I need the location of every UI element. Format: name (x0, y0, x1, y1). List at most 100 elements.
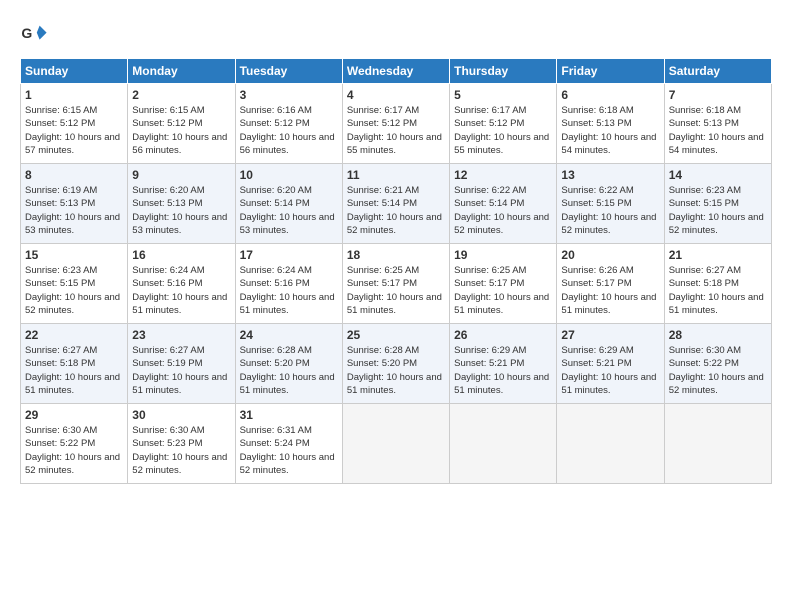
day-number: 3 (240, 88, 338, 102)
day-number: 18 (347, 248, 445, 262)
week-row-3: 15 Sunrise: 6:23 AM Sunset: 5:15 PM Dayl… (21, 244, 772, 324)
day-cell (664, 404, 771, 484)
day-cell: 4 Sunrise: 6:17 AM Sunset: 5:12 PM Dayli… (342, 84, 449, 164)
header-row: SundayMondayTuesdayWednesdayThursdayFrid… (21, 59, 772, 84)
day-number: 23 (132, 328, 230, 342)
day-number: 2 (132, 88, 230, 102)
col-header-saturday: Saturday (664, 59, 771, 84)
day-info: Sunrise: 6:19 AM Sunset: 5:13 PM Dayligh… (25, 184, 123, 237)
day-cell: 19 Sunrise: 6:25 AM Sunset: 5:17 PM Dayl… (450, 244, 557, 324)
day-info: Sunrise: 6:30 AM Sunset: 5:23 PM Dayligh… (132, 424, 230, 477)
day-info: Sunrise: 6:27 AM Sunset: 5:18 PM Dayligh… (25, 344, 123, 397)
week-row-1: 1 Sunrise: 6:15 AM Sunset: 5:12 PM Dayli… (21, 84, 772, 164)
day-info: Sunrise: 6:22 AM Sunset: 5:14 PM Dayligh… (454, 184, 552, 237)
day-info: Sunrise: 6:25 AM Sunset: 5:17 PM Dayligh… (454, 264, 552, 317)
day-number: 27 (561, 328, 659, 342)
day-number: 9 (132, 168, 230, 182)
day-cell (450, 404, 557, 484)
day-cell: 21 Sunrise: 6:27 AM Sunset: 5:18 PM Dayl… (664, 244, 771, 324)
day-cell: 18 Sunrise: 6:25 AM Sunset: 5:17 PM Dayl… (342, 244, 449, 324)
day-cell: 2 Sunrise: 6:15 AM Sunset: 5:12 PM Dayli… (128, 84, 235, 164)
day-number: 25 (347, 328, 445, 342)
day-number: 11 (347, 168, 445, 182)
day-info: Sunrise: 6:27 AM Sunset: 5:18 PM Dayligh… (669, 264, 767, 317)
day-cell: 22 Sunrise: 6:27 AM Sunset: 5:18 PM Dayl… (21, 324, 128, 404)
day-cell: 1 Sunrise: 6:15 AM Sunset: 5:12 PM Dayli… (21, 84, 128, 164)
day-cell: 13 Sunrise: 6:22 AM Sunset: 5:15 PM Dayl… (557, 164, 664, 244)
col-header-thursday: Thursday (450, 59, 557, 84)
day-number: 30 (132, 408, 230, 422)
day-cell: 23 Sunrise: 6:27 AM Sunset: 5:19 PM Dayl… (128, 324, 235, 404)
day-number: 29 (25, 408, 123, 422)
day-info: Sunrise: 6:22 AM Sunset: 5:15 PM Dayligh… (561, 184, 659, 237)
col-header-friday: Friday (557, 59, 664, 84)
day-cell: 12 Sunrise: 6:22 AM Sunset: 5:14 PM Dayl… (450, 164, 557, 244)
day-number: 16 (132, 248, 230, 262)
col-header-wednesday: Wednesday (342, 59, 449, 84)
day-cell: 7 Sunrise: 6:18 AM Sunset: 5:13 PM Dayli… (664, 84, 771, 164)
day-info: Sunrise: 6:30 AM Sunset: 5:22 PM Dayligh… (25, 424, 123, 477)
day-number: 8 (25, 168, 123, 182)
svg-text:G: G (21, 25, 32, 41)
day-info: Sunrise: 6:18 AM Sunset: 5:13 PM Dayligh… (561, 104, 659, 157)
day-cell: 6 Sunrise: 6:18 AM Sunset: 5:13 PM Dayli… (557, 84, 664, 164)
day-number: 12 (454, 168, 552, 182)
day-number: 26 (454, 328, 552, 342)
day-info: Sunrise: 6:30 AM Sunset: 5:22 PM Dayligh… (669, 344, 767, 397)
day-info: Sunrise: 6:18 AM Sunset: 5:13 PM Dayligh… (669, 104, 767, 157)
day-cell: 30 Sunrise: 6:30 AM Sunset: 5:23 PM Dayl… (128, 404, 235, 484)
day-info: Sunrise: 6:15 AM Sunset: 5:12 PM Dayligh… (132, 104, 230, 157)
day-cell: 26 Sunrise: 6:29 AM Sunset: 5:21 PM Dayl… (450, 324, 557, 404)
day-cell: 31 Sunrise: 6:31 AM Sunset: 5:24 PM Dayl… (235, 404, 342, 484)
day-cell: 14 Sunrise: 6:23 AM Sunset: 5:15 PM Dayl… (664, 164, 771, 244)
logo-icon: G (20, 20, 48, 48)
day-number: 15 (25, 248, 123, 262)
day-info: Sunrise: 6:15 AM Sunset: 5:12 PM Dayligh… (25, 104, 123, 157)
col-header-sunday: Sunday (21, 59, 128, 84)
day-number: 6 (561, 88, 659, 102)
day-info: Sunrise: 6:24 AM Sunset: 5:16 PM Dayligh… (240, 264, 338, 317)
day-cell: 20 Sunrise: 6:26 AM Sunset: 5:17 PM Dayl… (557, 244, 664, 324)
day-info: Sunrise: 6:17 AM Sunset: 5:12 PM Dayligh… (454, 104, 552, 157)
day-number: 10 (240, 168, 338, 182)
day-cell: 8 Sunrise: 6:19 AM Sunset: 5:13 PM Dayli… (21, 164, 128, 244)
day-number: 31 (240, 408, 338, 422)
day-number: 5 (454, 88, 552, 102)
day-info: Sunrise: 6:23 AM Sunset: 5:15 PM Dayligh… (669, 184, 767, 237)
day-cell: 3 Sunrise: 6:16 AM Sunset: 5:12 PM Dayli… (235, 84, 342, 164)
day-number: 17 (240, 248, 338, 262)
page-header: G (20, 20, 772, 48)
day-info: Sunrise: 6:28 AM Sunset: 5:20 PM Dayligh… (347, 344, 445, 397)
day-cell: 11 Sunrise: 6:21 AM Sunset: 5:14 PM Dayl… (342, 164, 449, 244)
week-row-4: 22 Sunrise: 6:27 AM Sunset: 5:18 PM Dayl… (21, 324, 772, 404)
day-info: Sunrise: 6:26 AM Sunset: 5:17 PM Dayligh… (561, 264, 659, 317)
day-info: Sunrise: 6:29 AM Sunset: 5:21 PM Dayligh… (454, 344, 552, 397)
day-number: 21 (669, 248, 767, 262)
col-header-monday: Monday (128, 59, 235, 84)
day-info: Sunrise: 6:20 AM Sunset: 5:13 PM Dayligh… (132, 184, 230, 237)
day-cell: 15 Sunrise: 6:23 AM Sunset: 5:15 PM Dayl… (21, 244, 128, 324)
day-number: 28 (669, 328, 767, 342)
day-number: 13 (561, 168, 659, 182)
day-number: 22 (25, 328, 123, 342)
day-number: 24 (240, 328, 338, 342)
week-row-2: 8 Sunrise: 6:19 AM Sunset: 5:13 PM Dayli… (21, 164, 772, 244)
day-info: Sunrise: 6:25 AM Sunset: 5:17 PM Dayligh… (347, 264, 445, 317)
logo: G (20, 20, 52, 48)
day-number: 1 (25, 88, 123, 102)
day-number: 20 (561, 248, 659, 262)
day-cell (342, 404, 449, 484)
day-info: Sunrise: 6:23 AM Sunset: 5:15 PM Dayligh… (25, 264, 123, 317)
day-info: Sunrise: 6:16 AM Sunset: 5:12 PM Dayligh… (240, 104, 338, 157)
day-cell: 27 Sunrise: 6:29 AM Sunset: 5:21 PM Dayl… (557, 324, 664, 404)
day-number: 7 (669, 88, 767, 102)
day-number: 4 (347, 88, 445, 102)
day-number: 19 (454, 248, 552, 262)
day-info: Sunrise: 6:21 AM Sunset: 5:14 PM Dayligh… (347, 184, 445, 237)
col-header-tuesday: Tuesday (235, 59, 342, 84)
week-row-5: 29 Sunrise: 6:30 AM Sunset: 5:22 PM Dayl… (21, 404, 772, 484)
day-cell: 9 Sunrise: 6:20 AM Sunset: 5:13 PM Dayli… (128, 164, 235, 244)
day-cell: 5 Sunrise: 6:17 AM Sunset: 5:12 PM Dayli… (450, 84, 557, 164)
day-info: Sunrise: 6:27 AM Sunset: 5:19 PM Dayligh… (132, 344, 230, 397)
day-cell: 17 Sunrise: 6:24 AM Sunset: 5:16 PM Dayl… (235, 244, 342, 324)
